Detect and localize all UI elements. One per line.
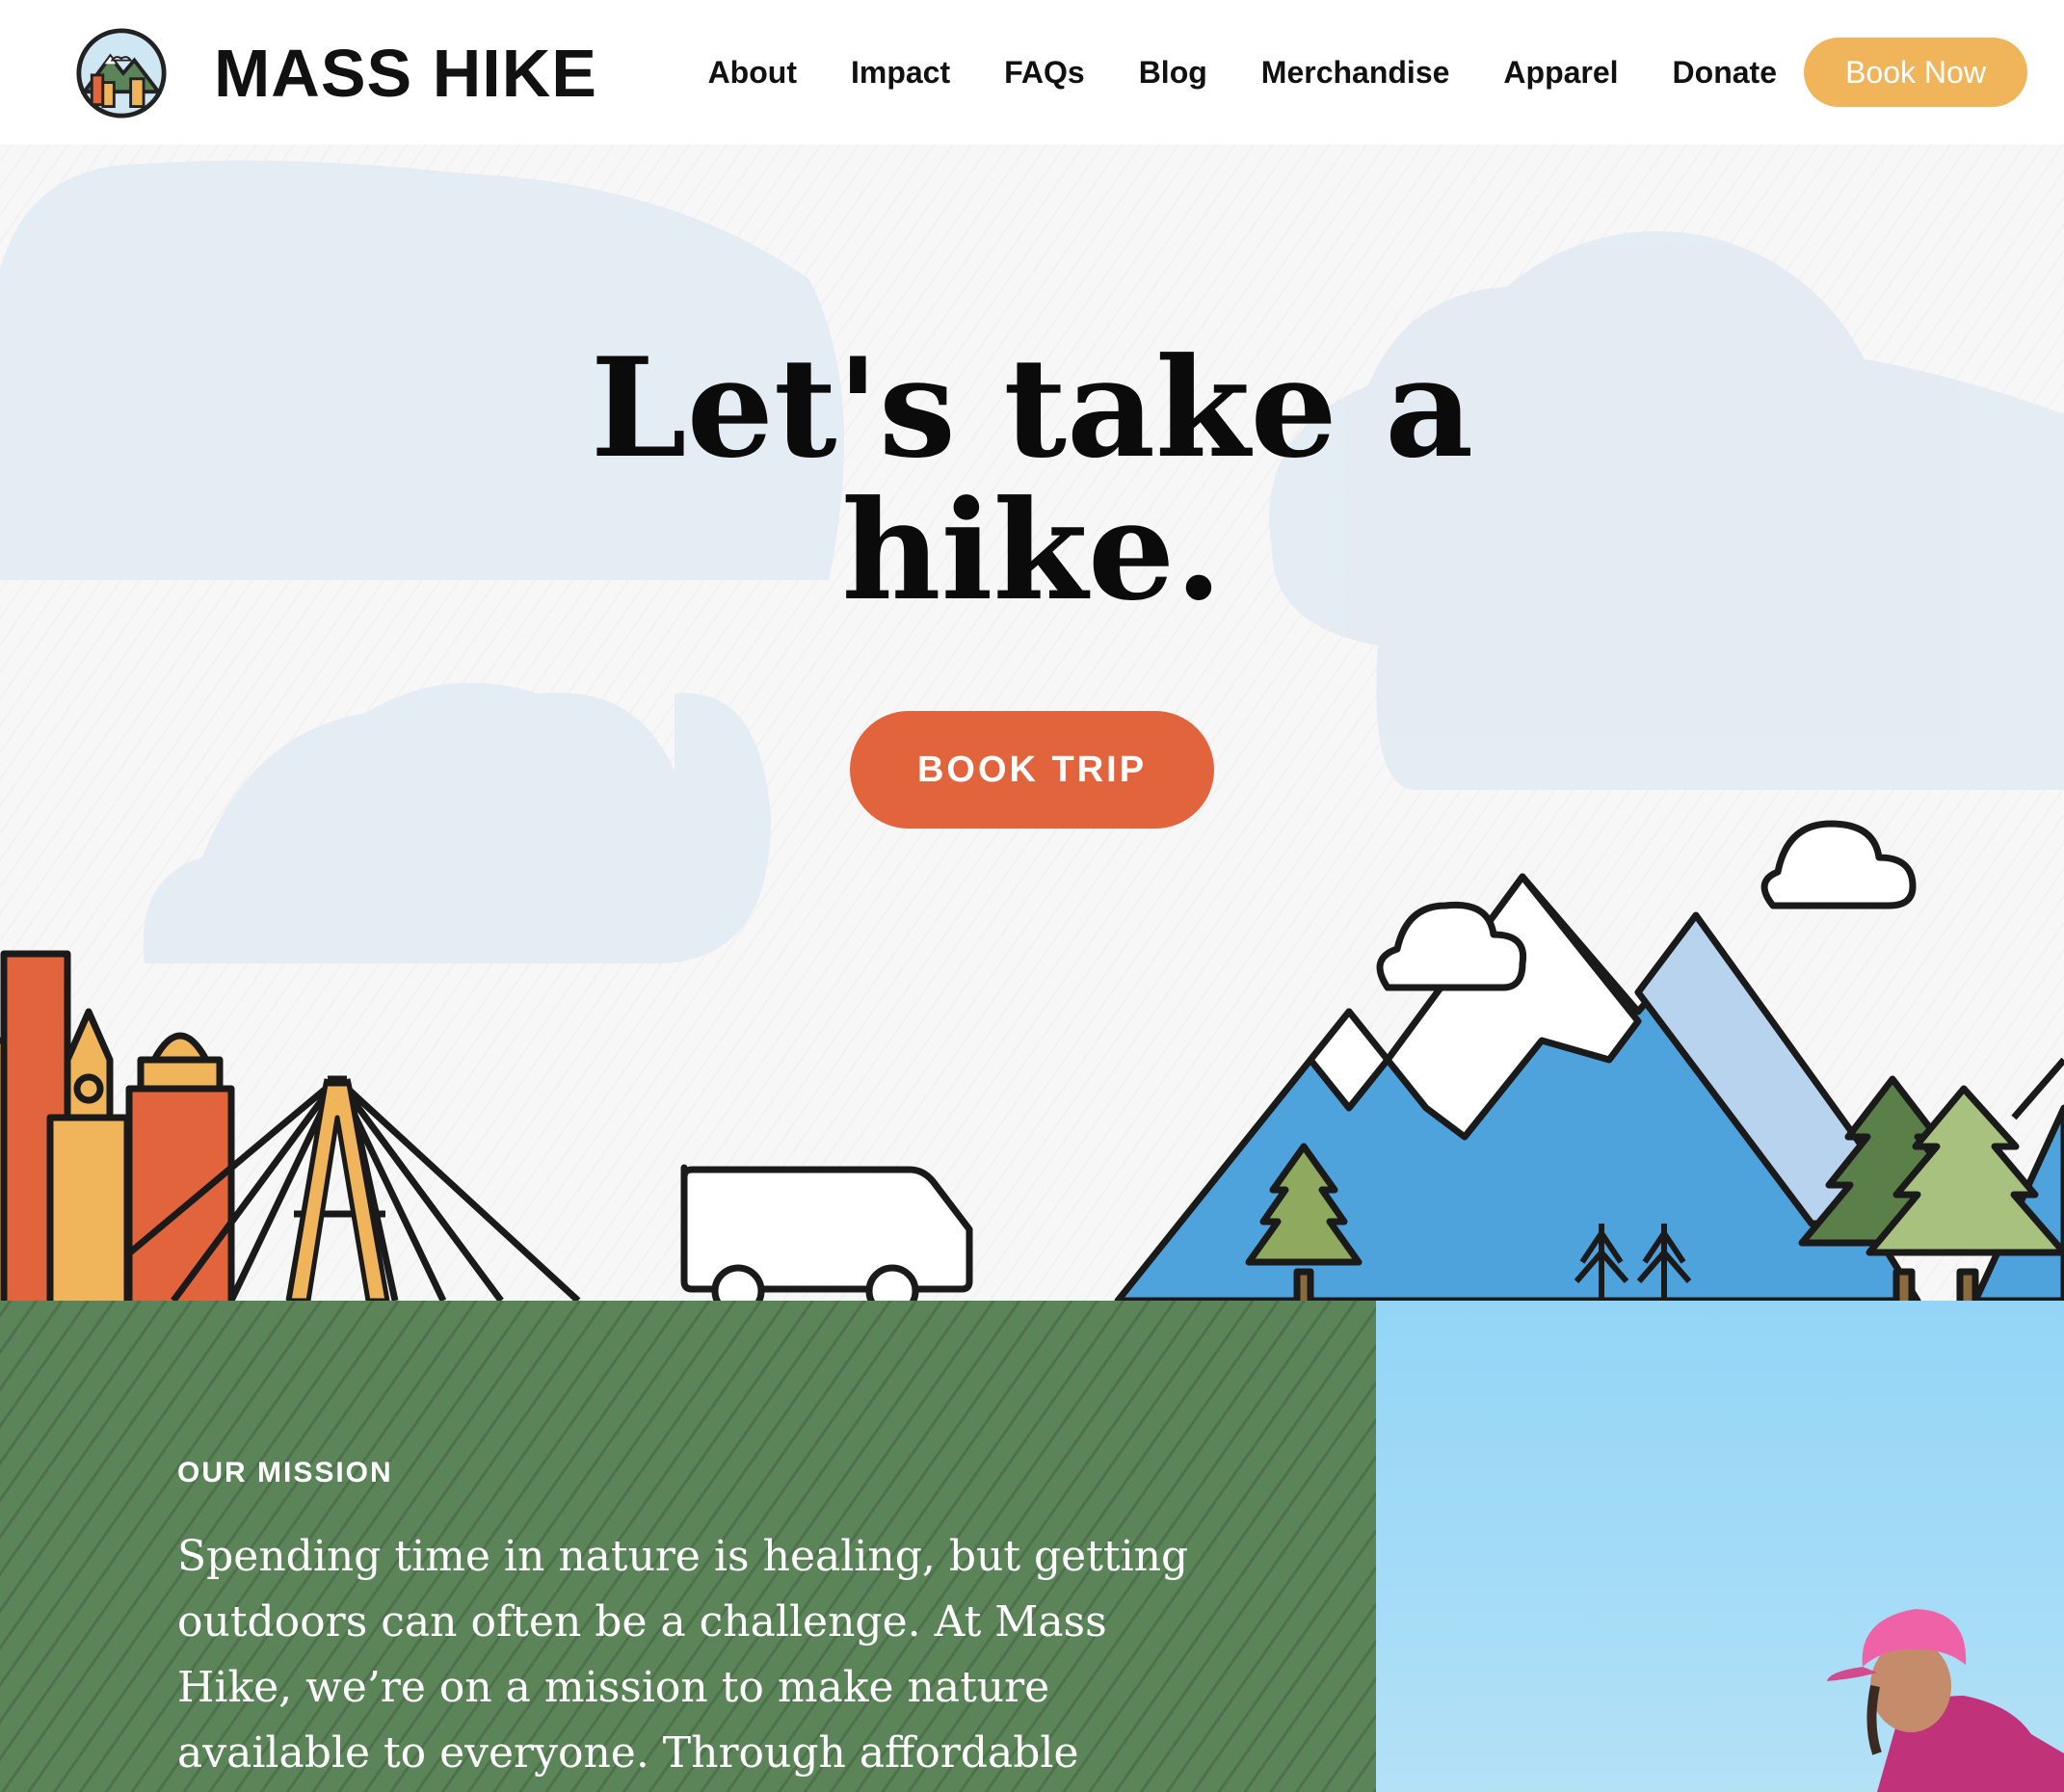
brand-wordmark: MASS HIKE — [214, 36, 597, 111]
hero-illustration — [0, 820, 2064, 1301]
mission-text: Spending time in nature is healing, but … — [177, 1532, 1189, 1778]
nav-about[interactable]: About — [708, 55, 797, 91]
hiker-figure — [1827, 1609, 2064, 1792]
nav-impact[interactable]: Impact — [851, 55, 950, 91]
cloud-icon — [1376, 820, 1917, 991]
hero-section: Let's take a hike. BOOK TRIP — [0, 145, 2064, 1301]
site-header: MASS HIKE About Impact FAQs Blog Merchan… — [0, 0, 2064, 145]
mountain-city-badge-icon — [76, 28, 167, 119]
book-now-button[interactable]: Book Now — [1804, 38, 2027, 107]
brand-home-link[interactable]: MASS HIKE — [75, 27, 597, 119]
van-icon — [680, 1164, 973, 1301]
nav-faqs[interactable]: FAQs — [1004, 55, 1085, 91]
mission-section: OUR MISSION Spending time in nature is h… — [0, 1301, 1376, 1792]
nav-donate[interactable]: Donate — [1673, 55, 1777, 91]
nav-apparel[interactable]: Apparel — [1503, 55, 1618, 91]
city-skyline — [0, 950, 235, 1301]
hiker-photo — [1376, 1301, 2064, 1792]
nav-merchandise[interactable]: Merchandise — [1261, 55, 1450, 91]
main-nav: About Impact FAQs Blog Merchandise Appar… — [708, 0, 2064, 145]
nav-blog[interactable]: Blog — [1139, 55, 1207, 91]
mission-eyebrow: OUR MISSION — [177, 1457, 393, 1489]
